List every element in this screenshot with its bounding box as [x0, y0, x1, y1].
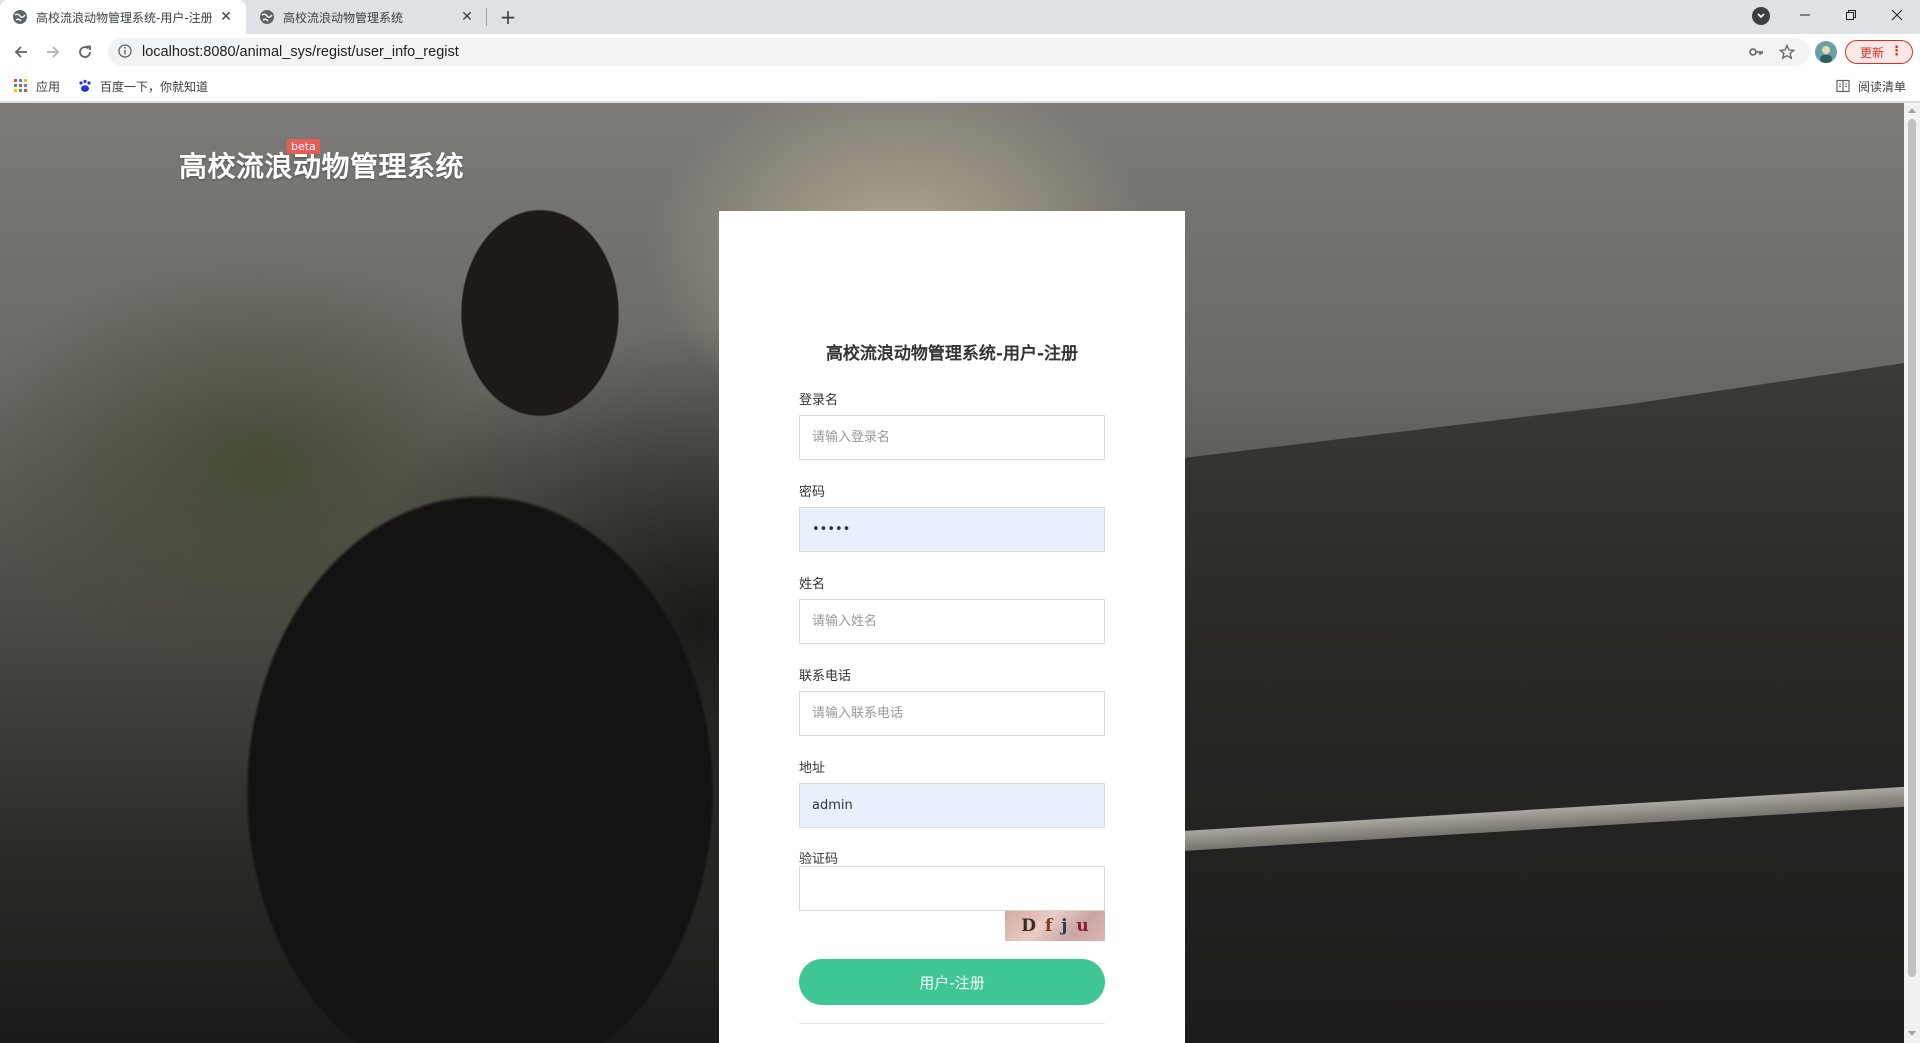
close-icon[interactable]: ✕ — [218, 9, 234, 25]
page-scrollbar[interactable] — [1904, 103, 1920, 1043]
bookmark-star-icon[interactable] — [1775, 38, 1799, 66]
minimize-icon[interactable] — [1782, 0, 1828, 30]
brand-title: 高校流浪动物管理系统 — [179, 150, 465, 183]
password-input[interactable] — [799, 507, 1105, 552]
globe-icon — [259, 9, 275, 25]
scroll-down-icon[interactable] — [1908, 1031, 1916, 1036]
tab-separator — [486, 8, 487, 26]
captcha-image[interactable]: D f j u — [1005, 911, 1105, 941]
profile-avatar[interactable] — [1815, 41, 1837, 63]
update-button[interactable]: 更新 ⋮ — [1845, 40, 1913, 64]
back-icon[interactable] — [8, 39, 34, 65]
tab-title: 高校流浪动物管理系统-用户-注册 — [36, 10, 212, 25]
scroll-thumb[interactable] — [1908, 119, 1916, 977]
address-label: 地址 — [799, 761, 826, 776]
captcha-char: j — [1061, 916, 1068, 936]
window-close-icon[interactable] — [1874, 0, 1920, 30]
beta-badge: beta — [287, 139, 320, 154]
url-text: localhost:8080/animal_sys/regist/user_in… — [142, 44, 459, 60]
close-icon[interactable]: ✕ — [459, 9, 475, 25]
captcha-input[interactable] — [799, 866, 1105, 911]
address-bar[interactable]: localhost:8080/animal_sys/regist/user_in… — [108, 38, 1810, 66]
menu-dots-icon: ⋮ — [1890, 44, 1903, 59]
captcha-char: D — [1021, 916, 1036, 936]
address-input[interactable] — [799, 783, 1105, 828]
reading-list-label: 阅读清单 — [1858, 79, 1907, 94]
new-tab-icon[interactable]: + — [496, 5, 520, 29]
baidu-paw-icon — [78, 79, 92, 93]
apps-grid-icon — [14, 79, 28, 93]
phone-label: 联系电话 — [799, 669, 852, 684]
login-name-label: 登录名 — [799, 393, 839, 408]
bookmark-apps-label: 应用 — [36, 79, 61, 94]
bookmark-apps[interactable]: 应用 — [14, 70, 60, 102]
key-icon[interactable] — [1744, 38, 1768, 66]
register-button[interactable]: 用户-注册 — [799, 959, 1105, 1005]
name-label: 姓名 — [799, 577, 826, 592]
tab-strip: 高校流浪动物管理系统-用户-注册 ✕ 高校流浪动物管理系统 ✕ + — [0, 0, 1920, 34]
tab-search-icon[interactable] — [1752, 7, 1770, 25]
tab-title: 高校流浪动物管理系统 — [283, 10, 404, 25]
phone-input[interactable] — [799, 691, 1105, 736]
password-label: 密码 — [799, 485, 826, 500]
info-icon[interactable] — [118, 43, 132, 62]
bookmark-baidu[interactable]: 百度一下，你就知道 — [78, 70, 208, 102]
globe-icon — [12, 9, 28, 25]
reading-list-icon — [1836, 79, 1850, 93]
captcha-char: f — [1044, 916, 1053, 936]
tab-home[interactable]: 高校流浪动物管理系统 ✕ — [247, 0, 487, 34]
captcha-char: u — [1076, 916, 1089, 936]
tab-register[interactable]: 高校流浪动物管理系统-用户-注册 ✕ — [0, 0, 246, 34]
page-viewport: 高校流浪动物管理系统 beta 高校流浪动物管理系统-用户-注册 登录名 密码 … — [0, 103, 1904, 1043]
card-divider — [799, 1023, 1105, 1024]
reading-list[interactable]: 阅读清单 — [1836, 70, 1906, 102]
restore-icon[interactable] — [1828, 0, 1874, 30]
bookmarks-bar: 应用 百度一下，你就知道 阅读清单 — [0, 70, 1920, 102]
name-input[interactable] — [799, 599, 1105, 644]
captcha-label: 验证码 — [799, 852, 839, 867]
reload-icon[interactable] — [72, 39, 98, 65]
background-person-silhouette — [120, 173, 760, 1043]
bookmark-baidu-label: 百度一下，你就知道 — [100, 79, 209, 94]
browser-toolbar: localhost:8080/animal_sys/regist/user_in… — [0, 34, 1920, 70]
register-card: 高校流浪动物管理系统-用户-注册 登录名 密码 姓名 联系电话 地址 验证码 D… — [719, 211, 1185, 1043]
update-label: 更新 — [1860, 45, 1885, 60]
forward-icon[interactable] — [40, 39, 66, 65]
login-name-input[interactable] — [799, 415, 1105, 460]
form-title: 高校流浪动物管理系统-用户-注册 — [825, 344, 1079, 364]
scroll-up-icon[interactable] — [1908, 108, 1916, 113]
